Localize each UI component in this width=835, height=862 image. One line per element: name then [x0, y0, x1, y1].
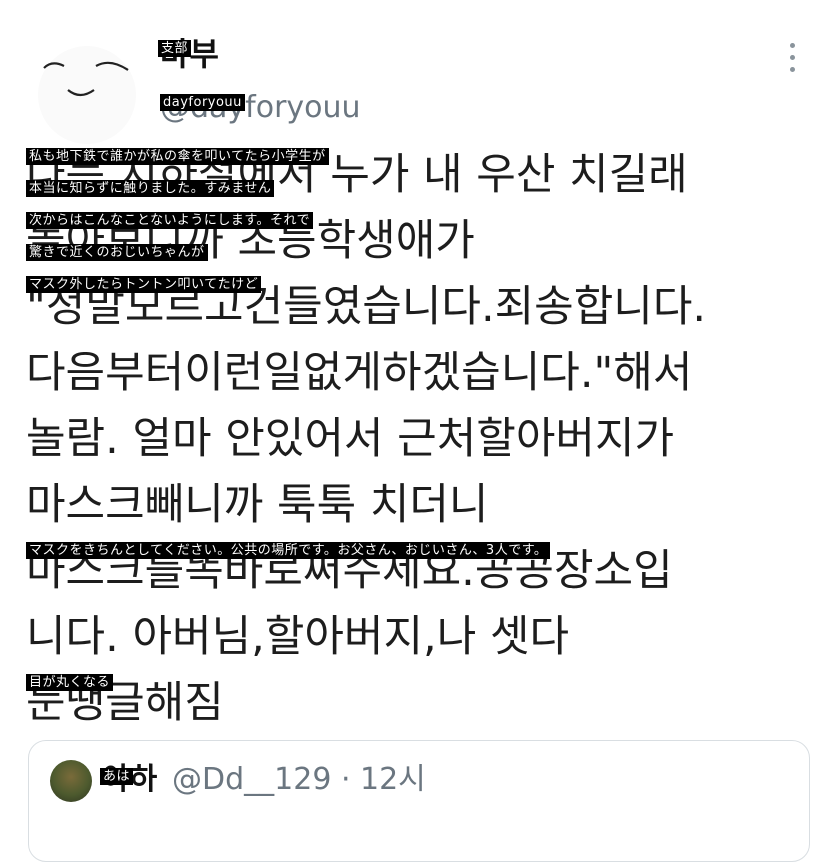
caption-line: マスク外したらトントン叩いてたけど [26, 276, 262, 293]
tweet-line: 마스크빼니까 툭툭 치더니 [26, 480, 489, 530]
caption-line: 驚きで近くのおじいちゃんが [26, 244, 208, 261]
tweet-body: 나는 지하철에서 누가 내 우산 치길래 돌아보니까 초등학생애가 "정말모르고… [26, 142, 826, 736]
caption-line: 目が丸くなる [26, 674, 114, 691]
more-options-icon[interactable] [784, 40, 802, 76]
tweet-line: 다음부터이런일없게하겠습니다."해서 [26, 348, 693, 398]
tweet-line: 눈땡글해짐 [26, 678, 224, 728]
caption-line: 本当に知らずに触りました。すみません [26, 180, 275, 197]
caption-quote-name: あは [100, 768, 134, 785]
quoted-avatar[interactable] [50, 760, 92, 802]
tweet-line: 니다. 아버님,할아버지,나 셋다 [26, 612, 570, 662]
smiley-face-icon [43, 61, 129, 97]
caption-handle: dayforyouu [160, 94, 245, 111]
tweet-line: 놀람. 얼마 안있어서 근처할아버지가 [26, 414, 675, 464]
caption-line: 次からはこんなことないようにします。それで [26, 212, 314, 229]
quoted-author-handle[interactable]: @Dd__129 · 12시 [172, 760, 426, 800]
quoted-tweet-card[interactable] [28, 740, 810, 862]
caption-line: マスクをきちんとしてください。公共の場所です。お父さん、おじいさん、3人です。 [26, 542, 551, 559]
caption-name: 支部 [158, 40, 192, 57]
avatar[interactable] [38, 46, 136, 144]
caption-line: 私も地下鉄で誰かが私の傘を叩いてたら小学生が [26, 148, 329, 165]
